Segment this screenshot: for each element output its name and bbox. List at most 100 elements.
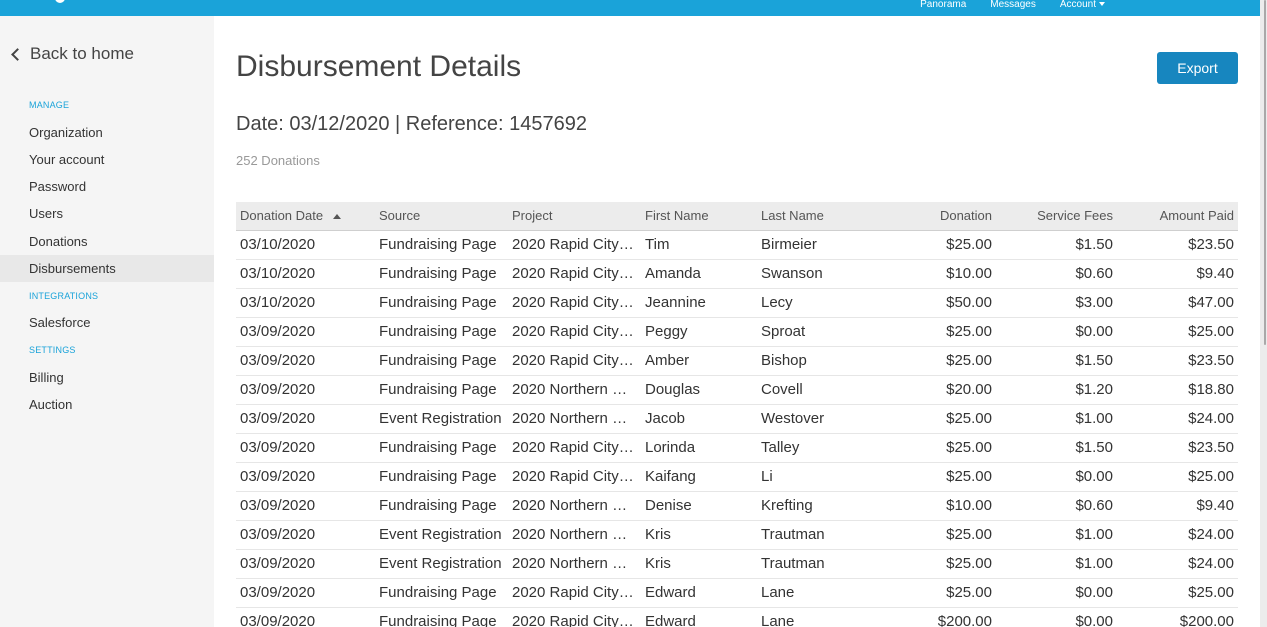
sidebar-item-your-account[interactable]: Your account <box>0 146 214 173</box>
top-bar: Panorama Messages Account <box>0 0 1260 16</box>
table-row[interactable]: 03/09/2020 Fundraising Page 2020 Northern … <box>236 375 1238 405</box>
cell-donation: $25.00 <box>883 433 996 463</box>
cell-project: 2020 Rapid City … <box>508 578 641 608</box>
cell-first-name: Lorinda <box>641 433 757 463</box>
cell-first-name: Amber <box>641 346 757 376</box>
table-row[interactable]: 03/09/2020 Event Registration 2020 Norther… <box>236 549 1238 579</box>
cell-project: 2020 Northern H… <box>508 549 641 579</box>
col-header-amount-paid[interactable]: Amount Paid <box>1117 202 1238 231</box>
page-scrollbar[interactable] <box>1260 0 1267 627</box>
table-row[interactable]: 03/09/2020 Fundraising Page 2020 Rapid Cit… <box>236 607 1238 627</box>
table-row[interactable]: 03/09/2020 Fundraising Page 2020 Rapid Cit… <box>236 462 1238 492</box>
cell-donation-date: 03/09/2020 <box>236 549 375 579</box>
nav-panorama[interactable]: Panorama <box>920 0 966 10</box>
col-header-last-name[interactable]: Last Name <box>757 202 883 231</box>
table-row[interactable]: 03/09/2020 Event Registration 2020 Norther… <box>236 404 1238 434</box>
sidebar: Back to home MANAGE Organization Your ac… <box>0 16 214 627</box>
table-row[interactable]: 03/09/2020 Fundraising Page 2020 Rapid Cit… <box>236 317 1238 347</box>
cell-last-name: Bishop <box>757 346 883 376</box>
section-label-settings: SETTINGS <box>29 345 76 355</box>
export-button[interactable]: Export <box>1157 52 1238 84</box>
cell-donation-date: 03/09/2020 <box>236 317 375 347</box>
sidebar-item-disbursements[interactable]: Disbursements <box>0 255 214 282</box>
table-row[interactable]: 03/09/2020 Event Registration 2020 Norther… <box>236 520 1238 550</box>
cell-project: 2020 Northern H… <box>508 404 641 434</box>
cell-last-name: Covell <box>757 375 883 405</box>
cell-source: Event Registration <box>375 404 508 434</box>
cell-source: Event Registration <box>375 549 508 579</box>
col-header-donation-date[interactable]: Donation Date <box>236 202 375 231</box>
cell-service-fees: $3.00 <box>996 288 1117 318</box>
table-row[interactable]: 03/09/2020 Fundraising Page 2020 Northern … <box>236 491 1238 521</box>
table-row[interactable]: 03/09/2020 Fundraising Page 2020 Rapid Cit… <box>236 346 1238 376</box>
cell-amount-paid: $9.40 <box>1117 259 1238 289</box>
cell-amount-paid: $23.50 <box>1117 433 1238 463</box>
cell-donation-date: 03/10/2020 <box>236 230 375 260</box>
cell-donation: $25.00 <box>883 230 996 260</box>
cell-amount-paid: $24.00 <box>1117 549 1238 579</box>
cell-last-name: Krefting <box>757 491 883 521</box>
cell-amount-paid: $9.40 <box>1117 491 1238 521</box>
cell-amount-paid: $25.00 <box>1117 462 1238 492</box>
cell-first-name: Douglas <box>641 375 757 405</box>
cell-last-name: Talley <box>757 433 883 463</box>
nav-messages[interactable]: Messages <box>990 0 1036 10</box>
sort-ascending-icon <box>333 214 342 220</box>
donations-table: Donation Date Source Project First Name … <box>236 202 1238 627</box>
cell-source: Fundraising Page <box>375 317 508 347</box>
cell-last-name: Trautman <box>757 549 883 579</box>
cell-donation-date: 03/09/2020 <box>236 462 375 492</box>
cell-first-name: Jacob <box>641 404 757 434</box>
cell-source: Fundraising Page <box>375 259 508 289</box>
col-header-project[interactable]: Project <box>508 202 641 231</box>
cell-amount-paid: $25.00 <box>1117 317 1238 347</box>
cell-donation: $10.00 <box>883 259 996 289</box>
sidebar-item-organization[interactable]: Organization <box>0 119 214 146</box>
sidebar-item-donations[interactable]: Donations <box>0 228 214 255</box>
section-label-manage: MANAGE <box>29 100 70 110</box>
table-row[interactable]: 03/09/2020 Fundraising Page 2020 Rapid Cit… <box>236 433 1238 463</box>
cell-donation-date: 03/09/2020 <box>236 404 375 434</box>
cell-first-name: Kris <box>641 549 757 579</box>
table-row[interactable]: 03/09/2020 Fundraising Page 2020 Rapid Cit… <box>236 578 1238 608</box>
nav-account-dropdown[interactable]: Account <box>1060 0 1105 10</box>
sidebar-item-salesforce[interactable]: Salesforce <box>0 309 214 336</box>
table-row[interactable]: 03/10/2020 Fundraising Page 2020 Rapid Cit… <box>236 259 1238 289</box>
sidebar-item-password[interactable]: Password <box>0 173 214 200</box>
cell-service-fees: $0.00 <box>996 607 1117 627</box>
col-header-first-name[interactable]: First Name <box>641 202 757 231</box>
cell-last-name: Li <box>757 462 883 492</box>
cell-service-fees: $1.50 <box>996 433 1117 463</box>
brand-logo[interactable] <box>55 0 65 3</box>
cell-source: Event Registration <box>375 520 508 550</box>
table-row[interactable]: 03/10/2020 Fundraising Page 2020 Rapid Cit… <box>236 288 1238 318</box>
cell-first-name: Tim <box>641 230 757 260</box>
table-row[interactable]: 03/10/2020 Fundraising Page 2020 Rapid Cit… <box>236 230 1238 260</box>
col-header-service-fees[interactable]: Service Fees <box>996 202 1117 231</box>
cell-last-name: Westover <box>757 404 883 434</box>
cell-project: 2020 Northern H… <box>508 491 641 521</box>
table-body: 03/10/2020 Fundraising Page 2020 Rapid Cit… <box>236 230 1238 627</box>
cell-first-name: Edward <box>641 607 757 627</box>
cell-source: Fundraising Page <box>375 433 508 463</box>
col-header-source[interactable]: Source <box>375 202 508 231</box>
page-title: Disbursement Details <box>236 50 522 83</box>
cell-donation: $50.00 <box>883 288 996 318</box>
cell-service-fees: $0.00 <box>996 317 1117 347</box>
cell-service-fees: $0.00 <box>996 578 1117 608</box>
back-to-home-link[interactable]: Back to home <box>10 44 134 64</box>
cell-donation: $10.00 <box>883 491 996 521</box>
sidebar-item-billing[interactable]: Billing <box>0 364 214 391</box>
cell-project: 2020 Rapid City … <box>508 288 641 318</box>
cell-donation-date: 03/09/2020 <box>236 375 375 405</box>
col-header-donation[interactable]: Donation <box>883 202 996 231</box>
cell-donation-date: 03/09/2020 <box>236 578 375 608</box>
sidebar-item-users[interactable]: Users <box>0 200 214 227</box>
cell-service-fees: $0.60 <box>996 259 1117 289</box>
cell-amount-paid: $23.50 <box>1117 346 1238 376</box>
cell-first-name: Edward <box>641 578 757 608</box>
cell-source: Fundraising Page <box>375 230 508 260</box>
sidebar-item-auction[interactable]: Auction <box>0 391 214 418</box>
cell-source: Fundraising Page <box>375 462 508 492</box>
cell-last-name: Sproat <box>757 317 883 347</box>
